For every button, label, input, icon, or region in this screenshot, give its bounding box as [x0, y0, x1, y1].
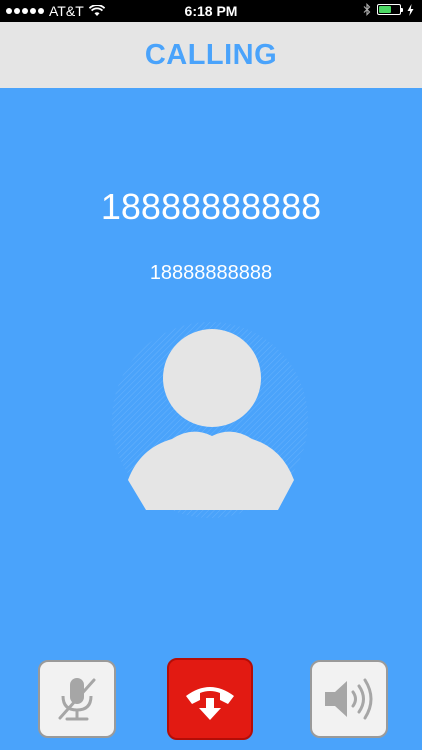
avatar-icon [112, 322, 308, 518]
end-call-button[interactable] [167, 658, 253, 740]
status-right [363, 3, 414, 16]
bluetooth-icon [363, 3, 371, 16]
caller-number: 18888888888 [100, 186, 322, 227]
microphone-muted-icon [58, 678, 96, 721]
speaker-button[interactable] [310, 660, 388, 738]
caller-subtitle: 18888888888 [149, 262, 273, 284]
speaker-icon [325, 678, 373, 720]
status-time: 6:18 PM [184, 3, 238, 19]
mute-button[interactable] [38, 660, 116, 738]
battery-icon [377, 4, 403, 15]
page-title: CALLING [144, 38, 278, 71]
call-controls [0, 658, 422, 740]
header-bar: CALLING [0, 22, 422, 88]
charging-bolt-icon [407, 3, 414, 16]
end-call-icon [186, 687, 234, 720]
status-bar: AT&T 6:18 PM [0, 0, 422, 22]
